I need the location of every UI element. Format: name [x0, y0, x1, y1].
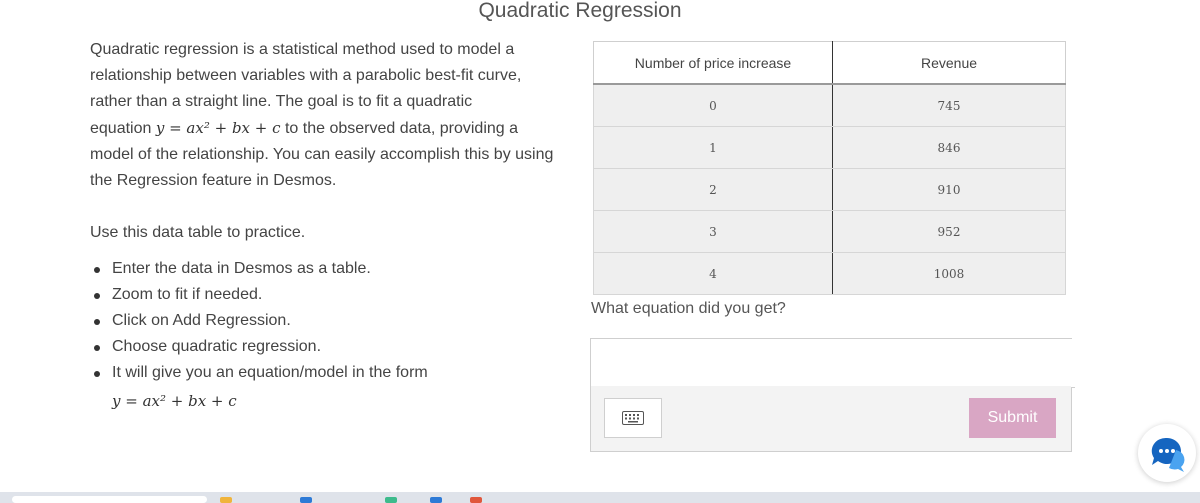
- instructions-panel: Quadratic regression is a statistical me…: [90, 37, 560, 414]
- answer-input[interactable]: [591, 339, 1075, 388]
- keyboard-button[interactable]: [604, 398, 662, 438]
- submit-button[interactable]: Submit: [969, 398, 1056, 438]
- table-cell: 952: [832, 210, 1066, 253]
- table-header-row: Number of price increase Revenue: [593, 41, 1066, 85]
- table-row: 4 1008: [593, 252, 1066, 295]
- table-row: 2 910: [593, 168, 1066, 211]
- table-cell: 4: [593, 252, 833, 295]
- chat-bubble-icon: [1151, 437, 1185, 472]
- table-cell: 846: [832, 126, 1066, 169]
- list-item: Zoom to fit if needed.: [94, 282, 560, 308]
- page-title: Quadratic Regression: [478, 0, 682, 22]
- app-icon[interactable]: [470, 497, 482, 503]
- table-row: 1 846: [593, 126, 1066, 169]
- keyboard-icon: [622, 411, 644, 425]
- table-cell: 1008: [832, 252, 1066, 295]
- answer-box: Submit: [590, 338, 1075, 452]
- practice-label: Use this data table to practice.: [90, 224, 306, 241]
- column-header: Revenue: [832, 41, 1066, 85]
- list-item: Click on Add Regression.: [94, 308, 560, 334]
- app-icon[interactable]: [300, 497, 312, 503]
- app-icon[interactable]: [430, 497, 442, 503]
- list-item: It will give you an equation/model in th…: [94, 360, 560, 386]
- folder-icon[interactable]: [220, 497, 232, 503]
- table-cell: 3: [593, 210, 833, 253]
- steps-list: Enter the data in Desmos as a table. Zoo…: [90, 256, 560, 386]
- table-cell: 745: [832, 83, 1066, 127]
- table-cell: 1: [593, 126, 833, 169]
- question-text: What equation did you get?: [591, 300, 786, 317]
- intro-paragraph: Quadratic regression is a statistical me…: [90, 41, 554, 189]
- chat-button[interactable]: [1138, 424, 1196, 482]
- table-cell: 2: [593, 168, 833, 211]
- table-cell: 0: [593, 83, 833, 127]
- list-item: Enter the data in Desmos as a table.: [94, 256, 560, 282]
- taskbar-search[interactable]: [12, 496, 207, 503]
- column-header: Number of price increase: [593, 41, 833, 85]
- app-icon[interactable]: [385, 497, 397, 503]
- form-equation: y = ax² + bx + c: [112, 392, 237, 410]
- answer-toolbar: Submit: [591, 386, 1071, 451]
- data-table: Number of price increase Revenue 0 745 1…: [593, 41, 1066, 295]
- taskbar: [0, 492, 1200, 503]
- list-item: Choose quadratic regression.: [94, 334, 560, 360]
- intro-equation: y = ax² + bx + c: [155, 119, 281, 137]
- table-cell: 910: [832, 168, 1066, 211]
- table-row: 3 952: [593, 210, 1066, 253]
- table-row: 0 745: [593, 83, 1066, 127]
